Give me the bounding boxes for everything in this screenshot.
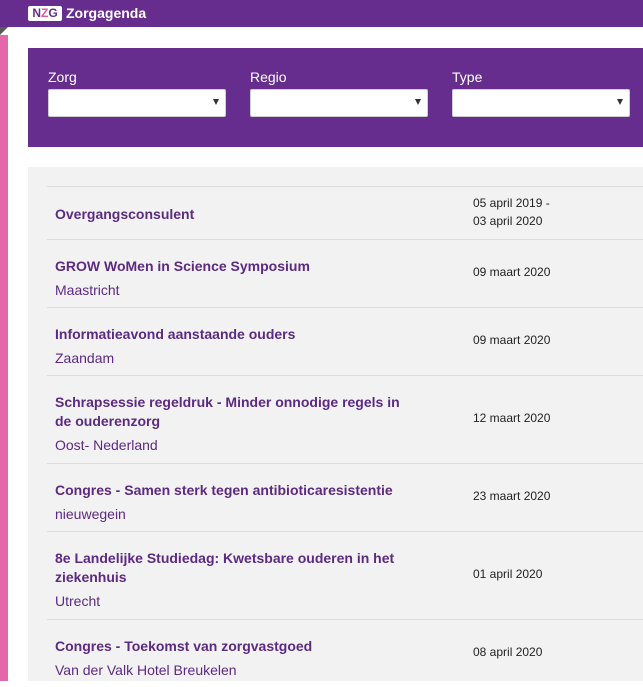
event-title[interactable]: Congres - Toekomst van zorgvastgoed xyxy=(55,637,415,656)
event-location: Zaandam xyxy=(55,350,115,366)
event-date: 08 april 2020 xyxy=(473,645,543,659)
event-list: Overgangsconsulent 05 april 2019 - 03 ap… xyxy=(47,186,643,687)
event-location: Oost- Nederland xyxy=(55,437,158,453)
event-date: 12 maart 2020 xyxy=(473,411,551,425)
logo-letter-n: N xyxy=(32,6,41,20)
filter-regio-label: Regio xyxy=(250,69,287,85)
top-bar: NZG Zorgagenda xyxy=(0,0,643,27)
chevron-down-icon xyxy=(415,99,421,105)
event-title[interactable]: Congres - Samen sterk tegen antibioticar… xyxy=(55,481,415,500)
filter-zorg-label: Zorg xyxy=(48,69,77,85)
filter-zorg: Zorg xyxy=(48,69,226,117)
event-row[interactable]: Congres - Toekomst van zorgvastgoed Van … xyxy=(47,619,643,687)
event-row[interactable]: 8e Landelijke Studiedag: Kwetsbare ouder… xyxy=(47,531,643,619)
type-select[interactable] xyxy=(452,89,630,117)
event-location: Utrecht xyxy=(55,593,101,609)
zorg-select[interactable] xyxy=(48,89,226,117)
event-row[interactable]: GROW WoMen in Science Symposium Maastric… xyxy=(47,239,643,307)
filter-regio: Regio xyxy=(250,69,428,117)
event-title[interactable]: GROW WoMen in Science Symposium xyxy=(55,257,415,276)
event-row[interactable]: Schrapsessie regeldruk - Minder onnodige… xyxy=(47,375,643,463)
event-row[interactable]: Congres - Samen sterk tegen antibioticar… xyxy=(47,463,643,531)
chevron-down-icon xyxy=(213,99,219,105)
event-date: 01 april 2020 xyxy=(473,567,543,581)
chevron-down-icon xyxy=(617,99,623,105)
left-accent-strip xyxy=(0,35,8,681)
event-date: 23 maart 2020 xyxy=(473,489,551,503)
logo-letter-g: G xyxy=(48,6,58,20)
event-date: 05 april 2019 - 03 april 2020 xyxy=(473,196,550,228)
event-title[interactable]: Informatieavond aanstaande ouders xyxy=(55,325,415,344)
event-date: 09 maart 2020 xyxy=(473,265,551,279)
event-title[interactable]: 8e Landelijke Studiedag: Kwetsbare ouder… xyxy=(55,549,415,587)
regio-select[interactable] xyxy=(250,89,428,117)
event-date: 09 maart 2020 xyxy=(473,333,551,347)
event-location: Maastricht xyxy=(55,282,120,298)
event-location: Van der Valk Hotel Breukelen xyxy=(55,662,237,678)
event-title[interactable]: Schrapsessie regeldruk - Minder onnodige… xyxy=(55,393,415,431)
filter-type-label: Type xyxy=(452,69,483,85)
event-title[interactable]: Overgangsconsulent xyxy=(55,205,415,224)
event-row[interactable]: Overgangsconsulent 05 april 2019 - 03 ap… xyxy=(47,186,643,239)
event-list-panel: Overgangsconsulent 05 april 2019 - 03 ap… xyxy=(28,167,643,681)
nzg-logo[interactable]: NZG xyxy=(28,6,62,21)
event-location: nieuwegein xyxy=(55,506,126,522)
event-row[interactable]: Informatieavond aanstaande ouders Zaanda… xyxy=(47,307,643,375)
filter-type: Type xyxy=(452,69,630,117)
app-title[interactable]: Zorgagenda xyxy=(66,5,146,22)
filter-panel: Zorg Regio Type xyxy=(28,48,643,147)
corner-decoration xyxy=(0,27,8,35)
